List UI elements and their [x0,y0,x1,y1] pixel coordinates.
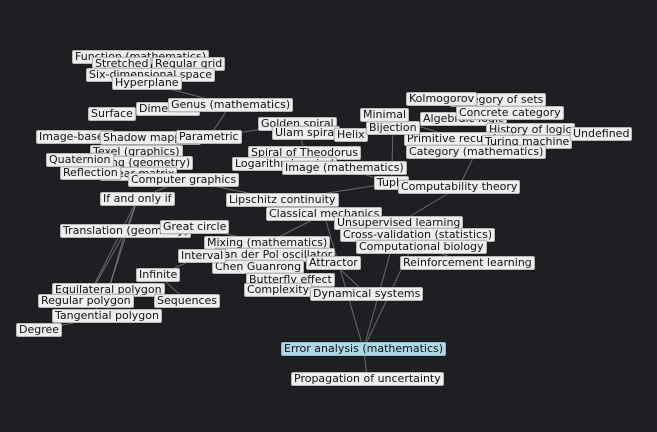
graph-node[interactable]: Reflection [60,166,121,180]
graph-node[interactable]: Computational biology [356,240,487,254]
graph-node[interactable]: Infinite [136,268,181,282]
graph-node[interactable]: Attractor [306,256,361,270]
graph-node[interactable]: Error analysis (mathematics) [281,342,447,356]
graph-node[interactable]: Degree [16,323,63,337]
graph-node[interactable]: Reinforcement learning [400,256,535,270]
graph-node[interactable]: Kolmogorov [406,92,478,106]
graph-node[interactable]: Ulam spiral [272,126,341,140]
graph-node[interactable]: Great circle [160,220,230,234]
graph-canvas: Function (mathematics)StretchedRegular g… [0,0,657,432]
graph-node[interactable]: Undefined [570,127,633,141]
graph-node[interactable]: Complexity [244,283,313,297]
graph-node[interactable]: Dynamical systems [310,287,424,301]
graph-node[interactable]: Category (mathematics) [406,145,547,159]
graph-node[interactable]: Computability theory [398,180,521,194]
graph-node[interactable]: Lipschitz continuity [226,193,339,207]
graph-node[interactable]: Sequences [154,294,220,308]
graph-node[interactable]: Parametric [176,130,242,144]
graph-node[interactable]: Tangential polygon [52,309,162,323]
graph-node[interactable]: Minimal [360,108,410,122]
graph-node[interactable]: Helix [334,128,368,142]
graph-node[interactable]: Computer graphics [128,173,240,187]
graph-node[interactable]: Regular polygon [38,294,134,308]
graph-node[interactable]: Genus (mathematics) [168,98,294,112]
graph-node[interactable]: Propagation of uncertainty [291,372,444,386]
graph-node[interactable]: Interval [178,249,227,263]
graph-node[interactable]: Surface [88,107,136,121]
graph-node[interactable]: Chen Guanrong [212,260,305,274]
graph-node[interactable]: Image (mathematics) [282,161,407,175]
graph-node[interactable]: Concrete category [456,106,564,120]
graph-node[interactable]: Bijection [366,121,420,135]
graph-node[interactable]: Hyperplane [112,76,182,90]
graph-node[interactable]: If and only if [100,192,175,206]
graph-node[interactable]: Quaternion [46,153,114,167]
